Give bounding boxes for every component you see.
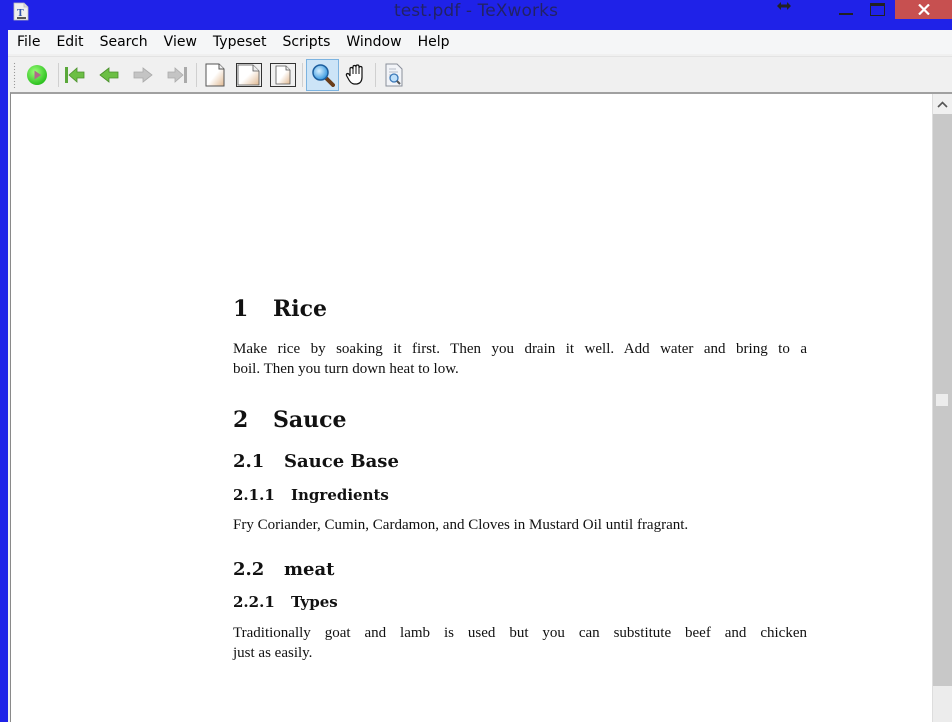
subsection-heading: 2.1 Sauce Base — [233, 451, 399, 472]
paragraph: Make rice by soaking it first. Then you … — [233, 339, 807, 379]
section-number: 1 — [233, 296, 249, 322]
subsubsection-heading: 2.2.1 Types — [233, 593, 338, 611]
first-page-icon — [65, 67, 85, 83]
scroll-up-button[interactable] — [933, 94, 952, 114]
page-icon — [205, 63, 225, 87]
scroll-track-end — [933, 686, 952, 722]
menu-scripts[interactable]: Scripts — [274, 30, 338, 54]
paragraph-line: boil. Then you turn down heat to low. — [233, 361, 459, 377]
subsubsection-title: Types — [291, 593, 338, 611]
section-number: 2 — [233, 407, 249, 433]
pdf-viewer[interactable]: 1 Rice Make rice by soaking it first. The… — [10, 92, 952, 722]
menu-typeset[interactable]: Typeset — [205, 30, 275, 54]
menu-bar: File Edit Search View Typeset Scripts Wi… — [8, 30, 952, 54]
next-page-button[interactable] — [128, 60, 158, 90]
section-title: Sauce — [273, 407, 347, 433]
paragraph-line: Make rice by soaking it first. Then you … — [233, 341, 807, 357]
menu-window[interactable]: Window — [338, 30, 409, 54]
find-button[interactable] — [379, 60, 409, 90]
actual-size-button[interactable] — [200, 60, 230, 90]
paragraph-line: Fry Coriander, Cumin, Cardamon, and Clov… — [233, 517, 689, 533]
subsubsection-number: 2.1.1 — [233, 486, 275, 504]
paragraph: Traditionally goat and lamb is used but … — [233, 623, 807, 663]
title-bar[interactable]: T test.pdf - TeXworks — [0, 0, 952, 30]
magnify-tool-button[interactable] — [306, 59, 339, 91]
toolbar-separator — [196, 63, 197, 87]
toolbar — [8, 56, 952, 92]
resize-indicator-icon — [774, 0, 794, 12]
toolbar-separator — [58, 63, 59, 87]
window-title: test.pdf - TeXworks — [393, 1, 559, 21]
texworks-window: T test.pdf - TeXworks File Edit Search V… — [0, 0, 952, 722]
subsection-title: meat — [284, 559, 335, 580]
minimize-icon — [839, 12, 853, 15]
arrow-left-icon — [99, 67, 119, 83]
hand-icon — [345, 64, 363, 85]
subsection-number: 2.2 — [233, 559, 265, 580]
menu-view[interactable]: View — [156, 30, 205, 54]
subsection-heading: 2.2 meat — [233, 559, 334, 580]
paragraph-line: Traditionally goat and lamb is used but … — [233, 625, 807, 641]
toolbar-grip[interactable] — [13, 62, 16, 88]
play-icon — [27, 65, 47, 85]
menu-search[interactable]: Search — [92, 30, 156, 54]
subsection-number: 2.1 — [233, 451, 265, 472]
scroll-thumb[interactable] — [936, 394, 948, 406]
page-icon — [236, 63, 262, 87]
previous-page-button[interactable] — [94, 60, 124, 90]
client-area: File Edit Search View Typeset Scripts Wi… — [8, 30, 952, 722]
page-icon — [270, 63, 296, 87]
last-page-icon — [167, 67, 187, 83]
section-title: Rice — [273, 296, 328, 322]
fit-window-button[interactable] — [268, 60, 298, 90]
subsubsection-heading: 2.1.1 Ingredients — [233, 486, 389, 504]
menu-edit[interactable]: Edit — [48, 30, 91, 54]
toolbar-separator — [375, 63, 376, 87]
menu-help[interactable]: Help — [410, 30, 458, 54]
last-page-button[interactable] — [162, 60, 192, 90]
scroll-tool-button[interactable] — [341, 60, 371, 90]
paragraph: Fry Coriander, Cumin, Cardamon, and Clov… — [233, 515, 807, 535]
section-heading: 2 Sauce — [233, 407, 347, 433]
toolbar-separator — [302, 63, 303, 87]
magnifier-icon — [311, 64, 335, 87]
chevron-up-icon — [937, 100, 948, 108]
subsubsection-number: 2.2.1 — [233, 593, 275, 611]
paragraph-line: just as easily. — [233, 645, 313, 661]
menu-file[interactable]: File — [9, 30, 48, 54]
vertical-scrollbar[interactable] — [932, 94, 952, 722]
section-heading: 1 Rice — [233, 296, 327, 322]
subsection-title: Sauce Base — [284, 451, 399, 472]
arrow-right-icon — [133, 67, 153, 83]
close-button[interactable] — [895, 0, 952, 19]
typeset-button[interactable] — [22, 60, 52, 90]
minimize-button[interactable] — [832, 0, 860, 19]
fit-width-button[interactable] — [234, 60, 264, 90]
first-page-button[interactable] — [60, 60, 90, 90]
maximize-icon — [869, 3, 885, 16]
document-search-icon — [385, 63, 403, 87]
maximize-button[interactable] — [862, 0, 892, 19]
close-icon — [917, 4, 930, 15]
subsubsection-title: Ingredients — [291, 486, 389, 504]
